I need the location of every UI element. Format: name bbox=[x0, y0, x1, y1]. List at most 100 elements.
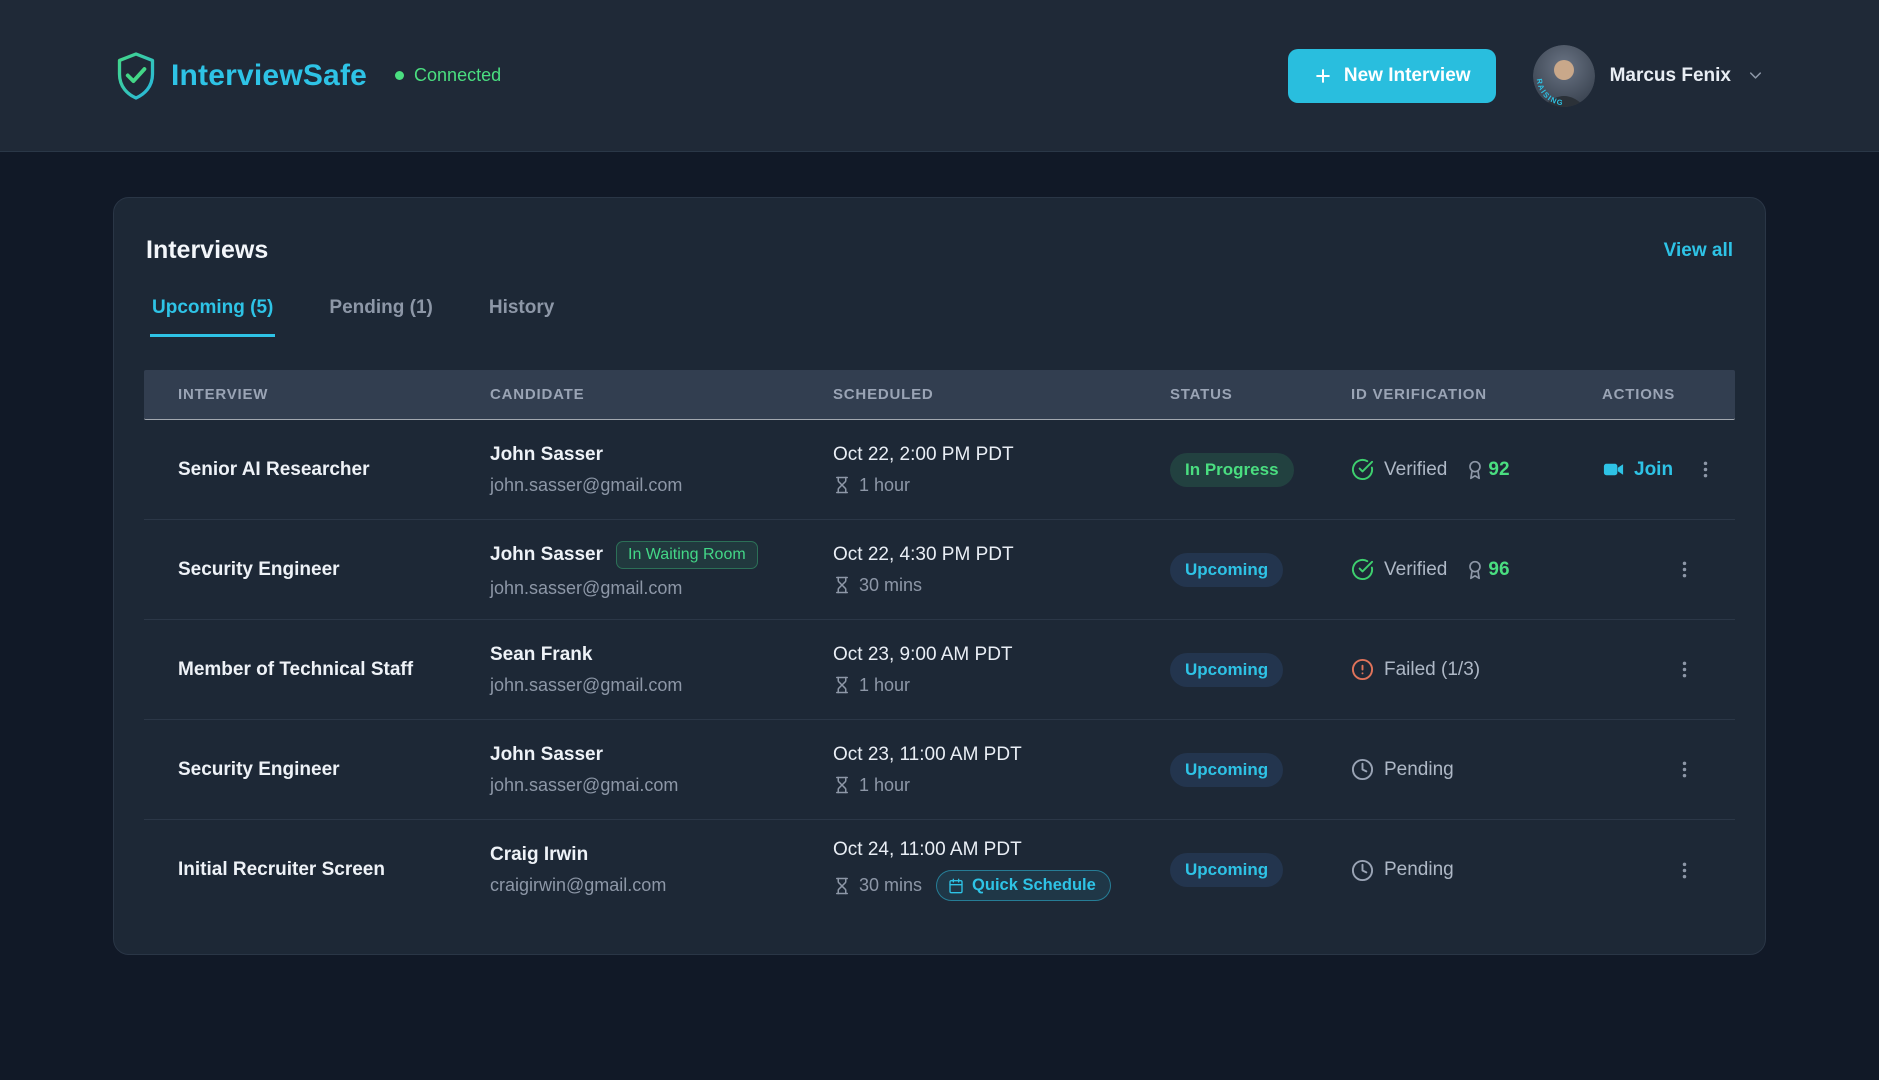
row-menu-button[interactable] bbox=[1672, 655, 1697, 684]
table-row: Member of Technical Staff Sean Frank joh… bbox=[144, 620, 1735, 720]
check-circle-icon bbox=[1351, 558, 1374, 581]
status-badge: Upcoming bbox=[1170, 753, 1283, 787]
interview-title: Member of Technical Staff bbox=[178, 659, 413, 680]
alert-circle-icon bbox=[1351, 658, 1374, 681]
new-interview-label: New Interview bbox=[1344, 65, 1471, 87]
interviews-table: Interview Candidate Scheduled Status ID … bbox=[144, 370, 1735, 920]
interview-title: Initial Recruiter Screen bbox=[178, 859, 385, 880]
tab-bar: Upcoming (5) Pending (1) History bbox=[144, 297, 1735, 337]
vertical-dots-icon bbox=[1674, 759, 1695, 780]
duration-label: 1 hour bbox=[859, 675, 910, 696]
table-row: Security Engineer John Sasser In Waiting… bbox=[144, 520, 1735, 620]
hourglass-icon bbox=[833, 877, 851, 895]
connection-label: Connected bbox=[414, 65, 501, 86]
duration: 1 hour bbox=[833, 475, 910, 496]
video-camera-icon bbox=[1602, 458, 1625, 481]
verification-cell: Verified 96 bbox=[1351, 558, 1602, 581]
vertical-dots-icon bbox=[1674, 860, 1695, 881]
hourglass-icon bbox=[833, 576, 851, 594]
status-badge: Upcoming bbox=[1170, 853, 1283, 887]
hourglass-icon bbox=[833, 676, 851, 694]
verification-label: Verified bbox=[1384, 459, 1447, 481]
duration: 1 hour bbox=[833, 775, 910, 796]
row-menu-button[interactable] bbox=[1672, 555, 1697, 584]
id-score-value: 92 bbox=[1488, 459, 1509, 481]
view-all-link[interactable]: View all bbox=[1664, 240, 1733, 262]
table-header-row: Interview Candidate Scheduled Status ID … bbox=[144, 370, 1735, 420]
duration-label: 30 mins bbox=[859, 575, 922, 596]
scheduled-date: Oct 23, 9:00 AM PDT bbox=[833, 644, 1170, 666]
duration: 30 mins bbox=[833, 875, 922, 896]
col-actions: Actions bbox=[1602, 386, 1735, 403]
verification-label: Pending bbox=[1384, 759, 1454, 781]
duration: 1 hour bbox=[833, 675, 910, 696]
tab-history[interactable]: History bbox=[487, 297, 556, 337]
join-label: Join bbox=[1634, 459, 1673, 481]
plus-icon bbox=[1313, 66, 1333, 86]
panel-header: Interviews View all bbox=[144, 236, 1735, 265]
duration-label: 1 hour bbox=[859, 775, 910, 796]
col-scheduled: Scheduled bbox=[833, 386, 1170, 403]
hourglass-icon bbox=[833, 476, 851, 494]
scheduled-date: Oct 24, 11:00 AM PDT bbox=[833, 839, 1170, 861]
vertical-dots-icon bbox=[1695, 459, 1716, 480]
table-body: Senior AI Researcher John Sasser john.sa… bbox=[144, 420, 1735, 920]
join-button[interactable]: Join bbox=[1602, 458, 1673, 481]
candidate-name: John Sasser bbox=[490, 444, 603, 466]
status-badge: In Progress bbox=[1170, 453, 1294, 487]
candidate-email: john.sasser@gmai.com bbox=[490, 775, 833, 796]
interviews-panel: Interviews View all Upcoming (5) Pending… bbox=[113, 197, 1766, 955]
status-badge: Upcoming bbox=[1170, 553, 1283, 587]
candidate-email: craigirwin@gmail.com bbox=[490, 875, 833, 896]
vertical-dots-icon bbox=[1674, 659, 1695, 680]
award-ribbon-icon bbox=[1465, 560, 1485, 580]
table-row: Initial Recruiter Screen Craig Irwin cra… bbox=[144, 820, 1735, 920]
avatar: RAISING SEED bbox=[1533, 45, 1595, 107]
award-ribbon-icon bbox=[1465, 460, 1485, 480]
verification-label: Failed (1/3) bbox=[1384, 659, 1480, 681]
app-title: InterviewSafe bbox=[171, 59, 367, 93]
vertical-dots-icon bbox=[1674, 559, 1695, 580]
clock-icon bbox=[1351, 758, 1374, 781]
user-menu[interactable]: RAISING SEED Marcus Fenix bbox=[1533, 45, 1765, 107]
quick-schedule-label: Quick Schedule bbox=[972, 876, 1096, 895]
verification-label: Verified bbox=[1384, 559, 1447, 581]
duration: 30 mins bbox=[833, 575, 922, 596]
candidate-name: Craig Irwin bbox=[490, 844, 588, 866]
id-score: 96 bbox=[1465, 559, 1509, 581]
waiting-room-badge: In Waiting Room bbox=[616, 541, 758, 569]
hourglass-icon bbox=[833, 776, 851, 794]
interview-title: Security Engineer bbox=[178, 559, 340, 580]
interview-title: Security Engineer bbox=[178, 759, 340, 780]
new-interview-button[interactable]: New Interview bbox=[1288, 49, 1496, 103]
verification-cell: Verified 92 bbox=[1351, 458, 1602, 481]
table-row: Security Engineer John Sasser john.sasse… bbox=[144, 720, 1735, 820]
candidate-name: John Sasser bbox=[490, 744, 603, 766]
top-bar: InterviewSafe Connected New Interview bbox=[0, 0, 1879, 152]
tab-upcoming[interactable]: Upcoming (5) bbox=[150, 297, 275, 337]
row-menu-button[interactable] bbox=[1672, 856, 1697, 885]
panel-title: Interviews bbox=[146, 236, 268, 265]
status-dot-icon bbox=[395, 71, 404, 80]
table-row: Senior AI Researcher John Sasser john.sa… bbox=[144, 420, 1735, 520]
duration-label: 30 mins bbox=[859, 875, 922, 896]
col-interview: Interview bbox=[178, 386, 490, 403]
id-score-value: 96 bbox=[1488, 559, 1509, 581]
chevron-down-icon bbox=[1746, 66, 1765, 85]
scheduled-date: Oct 23, 11:00 AM PDT bbox=[833, 744, 1170, 766]
status-badge: Upcoming bbox=[1170, 653, 1283, 687]
quick-schedule-badge[interactable]: Quick Schedule bbox=[936, 870, 1111, 901]
interview-title: Senior AI Researcher bbox=[178, 459, 370, 480]
row-menu-button[interactable] bbox=[1672, 755, 1697, 784]
verification-cell: Pending bbox=[1351, 859, 1602, 882]
verification-cell: Failed (1/3) bbox=[1351, 658, 1602, 681]
candidate-email: john.sasser@gmail.com bbox=[490, 475, 833, 496]
tab-pending[interactable]: Pending (1) bbox=[327, 297, 434, 337]
candidate-name: John Sasser bbox=[490, 544, 603, 566]
user-name: Marcus Fenix bbox=[1610, 65, 1731, 87]
row-menu-button[interactable] bbox=[1693, 455, 1718, 484]
duration-label: 1 hour bbox=[859, 475, 910, 496]
candidate-name: Sean Frank bbox=[490, 644, 592, 666]
scheduled-date: Oct 22, 2:00 PM PDT bbox=[833, 444, 1170, 466]
calendar-icon bbox=[948, 878, 964, 894]
